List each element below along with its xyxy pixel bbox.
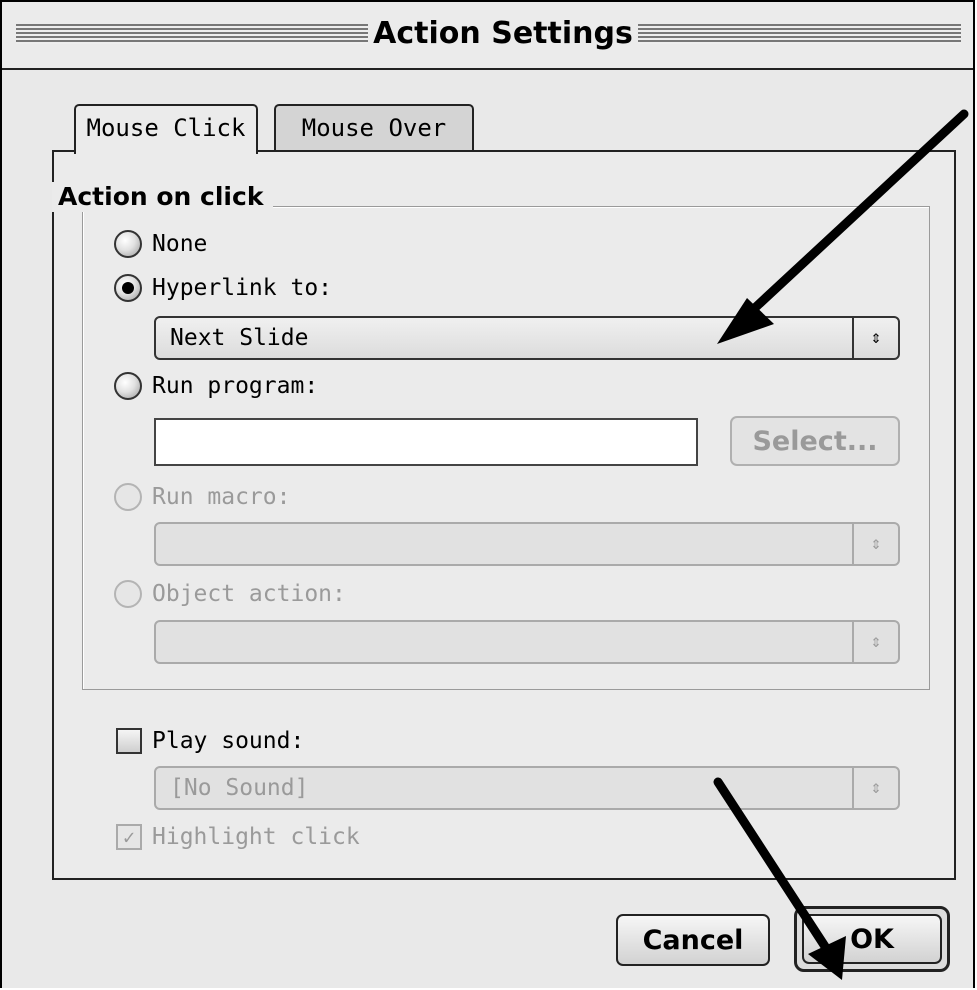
radio-none[interactable] <box>114 230 142 258</box>
play-sound-checkbox[interactable] <box>116 728 142 754</box>
title-bar[interactable]: Action Settings <box>2 2 973 70</box>
window-title: Action Settings <box>373 16 633 51</box>
group-title: Action on click <box>52 182 274 212</box>
option-object-action-label: Object action: <box>152 581 346 607</box>
action-settings-dialog: Action Settings Mouse Click Mouse Over A… <box>0 0 975 988</box>
updown-arrows-icon: ⇕ <box>852 524 898 564</box>
option-hyperlink[interactable]: Hyperlink to: <box>114 274 332 302</box>
sound-popup[interactable]: [No Sound] ⇕ <box>154 766 900 810</box>
radio-run-program[interactable] <box>114 372 142 400</box>
run-program-field[interactable] <box>154 418 698 466</box>
radio-hyperlink[interactable] <box>114 274 142 302</box>
updown-arrows-icon: ⇕ <box>852 768 898 808</box>
radio-run-macro[interactable] <box>114 483 142 511</box>
option-run-macro[interactable]: Run macro: <box>114 483 290 511</box>
hyperlink-popup[interactable]: Next Slide ⇕ <box>154 316 900 360</box>
run-macro-popup[interactable]: ⇕ <box>154 522 900 566</box>
option-hyperlink-label: Hyperlink to: <box>152 275 333 301</box>
title-bar-stripes-left <box>16 24 368 44</box>
option-none[interactable]: None <box>114 230 207 258</box>
highlight-click-option[interactable]: ✓ Highlight click <box>116 824 360 850</box>
ok-button[interactable]: OK <box>802 914 942 964</box>
checkmark-icon: ✓ <box>122 825 136 849</box>
option-object-action[interactable]: Object action: <box>114 580 346 608</box>
tab-mouse-over[interactable]: Mouse Over <box>274 104 474 150</box>
play-sound-label: Play sound: <box>152 728 305 754</box>
tab-mouse-click[interactable]: Mouse Click <box>74 104 258 154</box>
highlight-click-checkbox[interactable]: ✓ <box>116 824 142 850</box>
option-run-program-label: Run program: <box>152 373 319 399</box>
sound-popup-value: [No Sound] <box>170 775 309 801</box>
cancel-button[interactable]: Cancel <box>616 914 770 966</box>
highlight-click-label: Highlight click <box>152 824 360 850</box>
option-none-label: None <box>152 231 208 257</box>
radio-object-action[interactable] <box>114 580 142 608</box>
object-action-popup[interactable]: ⇕ <box>154 620 900 664</box>
hyperlink-popup-value: Next Slide <box>170 325 309 351</box>
option-run-macro-label: Run macro: <box>152 484 291 510</box>
option-run-program[interactable]: Run program: <box>114 372 318 400</box>
title-bar-stripes-right <box>638 24 961 44</box>
select-button[interactable]: Select... <box>730 416 900 466</box>
updown-arrows-icon: ⇕ <box>852 318 898 358</box>
updown-arrows-icon: ⇕ <box>852 622 898 662</box>
play-sound-option[interactable]: Play sound: <box>116 728 304 754</box>
